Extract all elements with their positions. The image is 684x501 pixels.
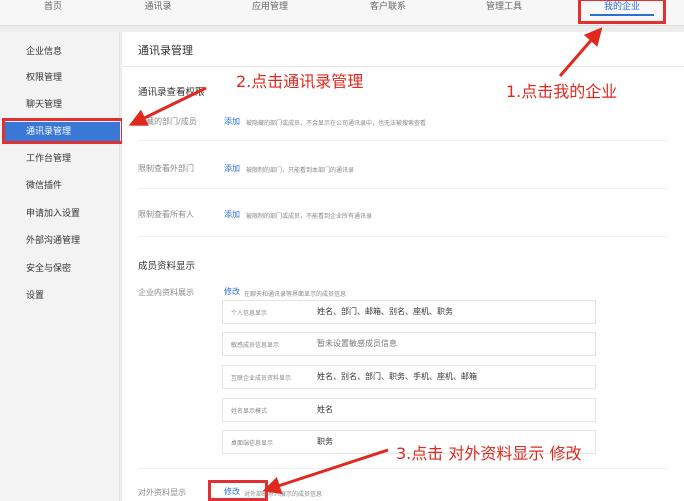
highlight-box-contacts-management	[2, 118, 124, 144]
info-box-sensitive-info: 敏感成员信息显示 暂未设置敏感成员信息	[222, 332, 596, 356]
sidebar-item-external-communication[interactable]: 外部沟通管理	[8, 231, 120, 251]
box-value: 职务	[317, 437, 333, 446]
row-label-restrict-all: 限制查看所有人	[138, 210, 194, 219]
divider	[138, 188, 668, 189]
add-restrict-other-depts-link[interactable]: 添加	[224, 163, 240, 174]
section-title-member-display: 成员资料显示	[138, 261, 196, 272]
sidebar-item-security[interactable]: 安全与保密	[8, 259, 120, 279]
box-label: 桌面端信息显示	[231, 440, 274, 447]
hidden-members-desc: 被隐藏的部门或成员，不会显示在公司通讯录中，也无法被搜索查看	[246, 120, 427, 127]
box-label: 个人信息显示	[231, 310, 268, 317]
info-box-personal-info: 个人信息显示 姓名、部门、邮箱、别名、座机、职务	[222, 300, 596, 324]
info-box-name-mode: 姓名显示模式 姓名	[222, 398, 596, 422]
annotation-step3: 3.点击 对外资料显示 修改	[396, 444, 582, 463]
sidebar-item-enterprise-info[interactable]: 企业信息	[8, 42, 120, 62]
box-value: 姓名	[317, 405, 333, 414]
divider	[138, 468, 668, 469]
highlight-box-my-enterprise	[578, 0, 666, 24]
edit-internal-display-link[interactable]: 修改	[224, 286, 240, 297]
box-value: 姓名、别名、部门、职务、手机、座机、邮箱	[317, 372, 477, 381]
nav-contacts[interactable]: 通讯录	[130, 0, 186, 22]
section-title-view-permission: 通讯录查看权限	[138, 87, 205, 98]
sidebar-item-wechat-plugin[interactable]: 微信插件	[8, 176, 120, 196]
sidebar-item-workbench[interactable]: 工作台管理	[8, 149, 120, 169]
internal-display-desc: 在聊天和通讯录等界面显示的成员信息	[244, 291, 347, 298]
box-label: 姓名显示模式	[231, 408, 268, 415]
box-value: 姓名、部门、邮箱、别名、座机、职务	[317, 307, 453, 316]
annotation-step1: 1.点击我的企业	[506, 82, 618, 101]
restrict-all-desc: 被限制的部门或成员，不能看到企业所有通讯录	[246, 213, 373, 220]
page-title: 通讯录管理	[138, 44, 193, 57]
divider	[138, 140, 668, 141]
annotation-step2: 2.点击通讯录管理	[236, 72, 364, 91]
box-label: 敏感成员信息显示	[231, 342, 280, 349]
sidebar-item-settings[interactable]: 设置	[8, 286, 120, 306]
box-value: 暂未设置敏感成员信息	[317, 339, 397, 348]
row-label-external-display: 对外资料显示	[138, 488, 186, 497]
sidebar-item-chat[interactable]: 聊天管理	[8, 95, 120, 115]
sidebar: 企业信息 权限管理 聊天管理 通讯录管理 工作台管理 微信插件 申请加入设置 外…	[0, 32, 120, 501]
add-restrict-all-link[interactable]: 添加	[224, 209, 240, 220]
restrict-other-depts-desc: 被限制的部门，只能看到本部门的通讯录	[246, 167, 355, 174]
sidebar-item-join-settings[interactable]: 申请加入设置	[8, 204, 120, 224]
nav-app-management[interactable]: 应用管理	[238, 0, 302, 22]
divider	[138, 236, 668, 237]
highlight-box-external-edit	[208, 480, 268, 501]
row-label-internal-display: 企业内资料展示	[138, 288, 194, 297]
nav-admin-tools[interactable]: 管理工具	[472, 0, 536, 22]
main-content: 通讯录管理 通讯录查看权限 隐藏的部门/成员 添加 被隐藏的部门或成员，不会显示…	[122, 32, 684, 501]
box-label: 互联企业成员资料显示	[231, 375, 292, 382]
row-label-hidden-members: 隐藏的部门/成员	[138, 117, 197, 126]
sidebar-item-permissions[interactable]: 权限管理	[8, 68, 120, 88]
row-label-restrict-other-depts: 限制查看外部门	[138, 164, 194, 173]
info-box-linked-enterprise: 互联企业成员资料显示 姓名、别名、部门、职务、手机、座机、邮箱	[222, 365, 596, 389]
add-hidden-members-link[interactable]: 添加	[224, 116, 240, 127]
nav-home[interactable]: 首页	[28, 0, 78, 22]
nav-customer-contact[interactable]: 客户联系	[356, 0, 420, 22]
divider	[122, 66, 684, 67]
